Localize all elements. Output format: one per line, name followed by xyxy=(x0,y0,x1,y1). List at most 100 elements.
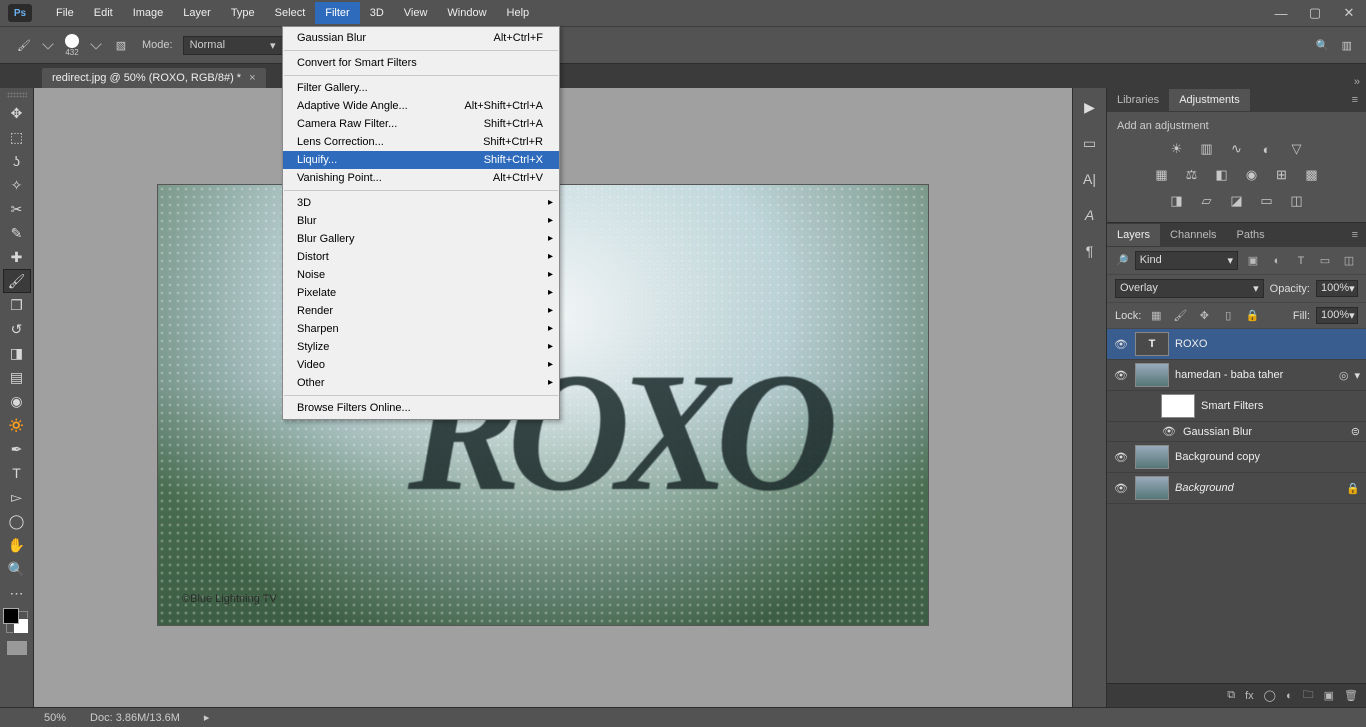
hand-tool[interactable]: ✋ xyxy=(3,533,31,557)
menu-item[interactable]: Render xyxy=(283,302,559,320)
play-icon[interactable]: ▶ xyxy=(1077,94,1103,120)
menu-item[interactable]: Pixelate xyxy=(283,284,559,302)
bw-icon[interactable]: ◧ xyxy=(1213,166,1231,184)
tab-adjustments[interactable]: Adjustments xyxy=(1169,89,1250,111)
lasso-tool[interactable]: ʖ xyxy=(3,149,31,173)
zoom-level[interactable]: 50% xyxy=(44,712,66,724)
layer-filter-kind[interactable]: Kind▾ xyxy=(1135,251,1238,270)
smart-filter-item[interactable]: 👁 Gaussian Blur ⊜ xyxy=(1107,422,1366,442)
type-tool[interactable]: T xyxy=(3,461,31,485)
gradient-tool[interactable]: ▤ xyxy=(3,365,31,389)
menu-item[interactable]: Blur xyxy=(283,212,559,230)
chevron-down-icon[interactable]: ▾ xyxy=(1354,369,1360,382)
close-button[interactable]: ✕ xyxy=(1332,0,1366,26)
blend-mode-select[interactable]: Normal▾ xyxy=(183,36,283,55)
tab-overflow-icon[interactable]: » xyxy=(1354,76,1366,88)
glyphs-icon[interactable]: A xyxy=(1077,202,1103,228)
menu-help[interactable]: Help xyxy=(497,2,540,24)
pen-tool[interactable]: ✒ xyxy=(3,437,31,461)
filter-blending-icon[interactable]: ⊜ xyxy=(1351,425,1360,438)
delete-icon[interactable]: 🗑 xyxy=(1344,689,1358,702)
lock-artboard-icon[interactable]: ▯ xyxy=(1219,309,1237,322)
brush-panel-icon[interactable]: ▧ xyxy=(110,34,132,56)
invert-icon[interactable]: ◨ xyxy=(1168,192,1186,210)
exposure-icon[interactable]: ◐ xyxy=(1258,140,1276,158)
menu-item[interactable]: Vanishing Point...Alt+Ctrl+V xyxy=(283,169,559,187)
lock-paint-icon[interactable]: 🖌 xyxy=(1171,309,1189,322)
menu-item[interactable]: Gaussian BlurAlt+Ctrl+F xyxy=(283,29,559,47)
lock-trans-icon[interactable]: ▦ xyxy=(1147,309,1165,322)
panel-grip[interactable] xyxy=(7,92,27,98)
posterize-icon[interactable]: ▱ xyxy=(1198,192,1216,210)
threshold-icon[interactable]: ◪ xyxy=(1228,192,1246,210)
path-select-tool[interactable]: ▻ xyxy=(3,485,31,509)
link-icon[interactable]: ⧉ xyxy=(1227,689,1235,702)
dodge-tool[interactable]: 🔅 xyxy=(3,413,31,437)
layer-thumb[interactable] xyxy=(1135,363,1169,387)
smart-object-icon[interactable]: ◎ xyxy=(1339,369,1349,382)
tab-paths[interactable]: Paths xyxy=(1227,224,1275,246)
filter-mask-thumb[interactable] xyxy=(1161,394,1195,418)
healing-tool[interactable]: ✚ xyxy=(3,245,31,269)
brightness-icon[interactable]: ☀ xyxy=(1168,140,1186,158)
edit-toolbar[interactable]: ⋯ xyxy=(3,581,31,605)
blend-mode-select[interactable]: Overlay▾ xyxy=(1115,279,1264,298)
menu-item[interactable]: Blur Gallery xyxy=(283,230,559,248)
filter-name[interactable]: Gaussian Blur xyxy=(1183,426,1345,438)
menu-3d[interactable]: 3D xyxy=(360,2,394,24)
layer-item[interactable]: 👁 Background copy xyxy=(1107,442,1366,473)
doc-size[interactable]: Doc: 3.86M/13.6M xyxy=(90,712,180,724)
brush-tool[interactable]: 🖌 xyxy=(3,269,31,293)
balance-icon[interactable]: ⚖ xyxy=(1183,166,1201,184)
visibility-icon[interactable]: 👁 xyxy=(1113,369,1129,382)
menu-item[interactable]: Sharpen xyxy=(283,320,559,338)
character-icon[interactable]: A| xyxy=(1077,166,1103,192)
menu-window[interactable]: Window xyxy=(437,2,496,24)
blur-tool[interactable]: ◉ xyxy=(3,389,31,413)
maximize-button[interactable]: ▢ xyxy=(1298,0,1332,26)
lookup-icon[interactable]: ▩ xyxy=(1303,166,1321,184)
filter-type-icon[interactable]: T xyxy=(1292,255,1310,267)
menu-item[interactable]: Liquify...Shift+Ctrl+X xyxy=(283,151,559,169)
filter-smart-icon[interactable]: ◫ xyxy=(1340,254,1358,267)
marquee-tool[interactable]: ⬚ xyxy=(3,125,31,149)
visibility-icon[interactable]: 👁 xyxy=(1113,338,1129,351)
visibility-icon[interactable]: 👁 xyxy=(1113,482,1129,495)
brush-preview[interactable]: 432 xyxy=(62,34,82,57)
menu-image[interactable]: Image xyxy=(123,2,174,24)
filter-shape-icon[interactable]: ▭ xyxy=(1316,254,1334,267)
layer-item[interactable]: 👁 T ROXO xyxy=(1107,329,1366,360)
menu-item[interactable]: Camera Raw Filter...Shift+Ctrl+A xyxy=(283,115,559,133)
smart-filters-row[interactable]: Smart Filters xyxy=(1107,391,1366,422)
tool-preset-dropdown[interactable] xyxy=(42,38,53,49)
menu-item[interactable]: Adaptive Wide Angle...Alt+Shift+Ctrl+A xyxy=(283,97,559,115)
tab-layers[interactable]: Layers xyxy=(1107,224,1160,246)
menu-type[interactable]: Type xyxy=(221,2,265,24)
layer-thumb[interactable] xyxy=(1135,476,1169,500)
brush-dropdown[interactable] xyxy=(90,38,101,49)
clone-tool[interactable]: ❐ xyxy=(3,293,31,317)
menu-item[interactable]: Browse Filters Online... xyxy=(283,399,559,417)
layer-thumb[interactable] xyxy=(1135,445,1169,469)
menu-edit[interactable]: Edit xyxy=(84,2,123,24)
mixer-icon[interactable]: ⊞ xyxy=(1273,166,1291,184)
filter-pixel-icon[interactable]: ▣ xyxy=(1244,254,1262,267)
paragraph-icon[interactable]: ¶ xyxy=(1077,238,1103,264)
shape-tool[interactable]: ◯ xyxy=(3,509,31,533)
layer-item[interactable]: 👁 hamedan - baba taher ◎ ▾ xyxy=(1107,360,1366,391)
menu-item[interactable]: Noise xyxy=(283,266,559,284)
menu-item[interactable]: Filter Gallery... xyxy=(283,79,559,97)
color-swatches[interactable] xyxy=(6,611,28,633)
selective-icon[interactable]: ◫ xyxy=(1288,192,1306,210)
gradient-map-icon[interactable]: ▭ xyxy=(1258,192,1276,210)
visibility-icon[interactable]: 👁 xyxy=(1113,451,1129,464)
move-tool[interactable]: ✥ xyxy=(3,101,31,125)
zoom-tool[interactable]: 🔍 xyxy=(3,557,31,581)
menu-layer[interactable]: Layer xyxy=(173,2,221,24)
menu-item[interactable]: Other xyxy=(283,374,559,392)
menu-item[interactable]: Stylize xyxy=(283,338,559,356)
close-tab-icon[interactable]: × xyxy=(249,72,255,84)
panel-menu-icon[interactable]: ≡ xyxy=(1344,94,1366,106)
menu-item[interactable]: Distort xyxy=(283,248,559,266)
menu-select[interactable]: Select xyxy=(265,2,316,24)
